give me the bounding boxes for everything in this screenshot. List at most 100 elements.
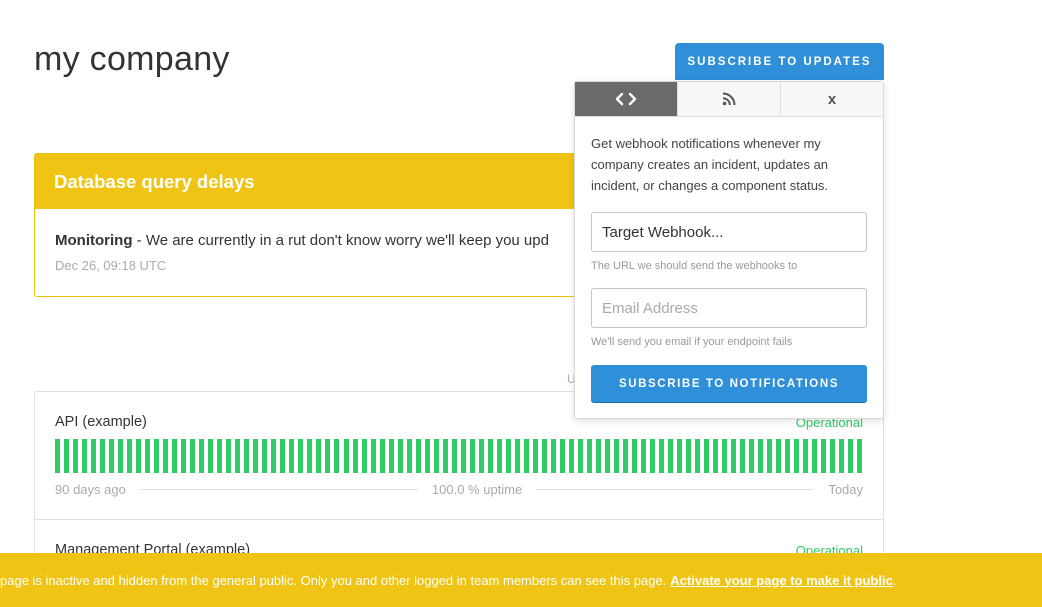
uptime-day-bar[interactable] <box>559 439 565 473</box>
uptime-day-bar[interactable] <box>740 439 746 473</box>
uptime-day-bar[interactable] <box>181 439 187 473</box>
tab-webhook[interactable] <box>575 82 678 116</box>
uptime-day-bar[interactable] <box>127 439 133 473</box>
webhook-url-input[interactable] <box>591 212 867 252</box>
uptime-day-bar[interactable] <box>686 439 692 473</box>
uptime-day-bar[interactable] <box>478 439 484 473</box>
incident-update-status: Monitoring <box>55 232 133 249</box>
uptime-day-bar[interactable] <box>857 439 863 473</box>
uptime-day-bar[interactable] <box>361 439 367 473</box>
uptime-day-bar[interactable] <box>118 439 124 473</box>
uptime-day-bar[interactable] <box>550 439 556 473</box>
uptime-day-bar[interactable] <box>713 439 719 473</box>
uptime-day-bar[interactable] <box>469 439 475 473</box>
uptime-day-bar[interactable] <box>695 439 701 473</box>
uptime-day-bar[interactable] <box>577 439 583 473</box>
uptime-day-bar[interactable] <box>595 439 601 473</box>
uptime-day-bar[interactable] <box>190 439 196 473</box>
uptime-day-bar[interactable] <box>749 439 755 473</box>
uptime-day-bar[interactable] <box>514 439 520 473</box>
uptime-day-bar[interactable] <box>487 439 493 473</box>
uptime-day-bar[interactable] <box>73 439 79 473</box>
uptime-day-bar[interactable] <box>64 439 70 473</box>
uptime-day-bar[interactable] <box>821 439 827 473</box>
uptime-day-bar[interactable] <box>145 439 151 473</box>
uptime-day-bar[interactable] <box>604 439 610 473</box>
uptime-day-bar[interactable] <box>641 439 647 473</box>
uptime-day-bar[interactable] <box>109 439 115 473</box>
uptime-day-bar[interactable] <box>370 439 376 473</box>
uptime-day-bar[interactable] <box>704 439 710 473</box>
uptime-day-bar[interactable] <box>289 439 295 473</box>
uptime-day-bar[interactable] <box>812 439 818 473</box>
uptime-day-bar[interactable] <box>532 439 538 473</box>
uptime-day-bar[interactable] <box>217 439 223 473</box>
uptime-day-bar[interactable] <box>460 439 466 473</box>
uptime-day-bar[interactable] <box>776 439 782 473</box>
uptime-day-bar[interactable] <box>334 439 340 473</box>
uptime-day-bar[interactable] <box>650 439 656 473</box>
uptime-day-bar[interactable] <box>767 439 773 473</box>
uptime-day-bar[interactable] <box>433 439 439 473</box>
uptime-day-bar[interactable] <box>343 439 349 473</box>
uptime-day-bar[interactable] <box>803 439 809 473</box>
uptime-day-bar[interactable] <box>100 439 106 473</box>
uptime-day-bar[interactable] <box>244 439 250 473</box>
subscribe-to-updates-button[interactable]: SUBSCRIBE TO UPDATES <box>675 43 884 80</box>
uptime-day-bar[interactable] <box>307 439 313 473</box>
uptime-day-bar[interactable] <box>253 439 259 473</box>
uptime-day-bar[interactable] <box>677 439 683 473</box>
uptime-day-bar[interactable] <box>406 439 412 473</box>
uptime-day-bar[interactable] <box>785 439 791 473</box>
uptime-day-bar[interactable] <box>442 439 448 473</box>
uptime-day-bar[interactable] <box>613 439 619 473</box>
uptime-day-bar[interactable] <box>541 439 547 473</box>
uptime-day-bar[interactable] <box>397 439 403 473</box>
uptime-day-bar[interactable] <box>424 439 430 473</box>
uptime-day-bar[interactable] <box>298 439 304 473</box>
uptime-day-bar[interactable] <box>325 439 331 473</box>
uptime-day-bar[interactable] <box>568 439 574 473</box>
uptime-day-bar[interactable] <box>451 439 457 473</box>
uptime-day-bar[interactable] <box>659 439 665 473</box>
uptime-day-bar[interactable] <box>199 439 205 473</box>
uptime-day-bar[interactable] <box>388 439 394 473</box>
uptime-day-bar[interactable] <box>731 439 737 473</box>
activate-page-link[interactable]: Activate your page to make it public <box>670 573 893 588</box>
uptime-day-bar[interactable] <box>758 439 764 473</box>
uptime-day-bar[interactable] <box>794 439 800 473</box>
uptime-day-bar[interactable] <box>586 439 592 473</box>
uptime-day-bar[interactable] <box>622 439 628 473</box>
close-icon[interactable]: x <box>828 91 836 108</box>
uptime-day-bar[interactable] <box>415 439 421 473</box>
uptime-day-bar[interactable] <box>226 439 232 473</box>
uptime-day-bar[interactable] <box>848 439 854 473</box>
uptime-day-bar[interactable] <box>82 439 88 473</box>
uptime-day-bar[interactable] <box>154 439 160 473</box>
uptime-day-bar[interactable] <box>280 439 286 473</box>
uptime-day-bar[interactable] <box>91 439 97 473</box>
uptime-day-bar[interactable] <box>505 439 511 473</box>
uptime-day-bar[interactable] <box>722 439 728 473</box>
uptime-day-bar[interactable] <box>352 439 358 473</box>
uptime-day-bar[interactable] <box>839 439 845 473</box>
uptime-day-bar[interactable] <box>163 439 169 473</box>
tab-close[interactable]: x <box>781 82 883 116</box>
uptime-day-bar[interactable] <box>136 439 142 473</box>
uptime-day-bar[interactable] <box>668 439 674 473</box>
uptime-day-bar[interactable] <box>235 439 241 473</box>
uptime-day-bar[interactable] <box>496 439 502 473</box>
email-field[interactable] <box>591 288 867 328</box>
subscribe-to-notifications-button[interactable]: SUBSCRIBE TO NOTIFICATIONS <box>591 365 867 402</box>
uptime-day-bar[interactable] <box>632 439 637 473</box>
uptime-day-bar[interactable] <box>262 439 268 473</box>
uptime-day-bar[interactable] <box>316 439 322 473</box>
uptime-day-bar[interactable] <box>379 439 385 473</box>
uptime-day-bar[interactable] <box>55 439 60 473</box>
uptime-day-bar[interactable] <box>523 439 529 473</box>
tab-rss[interactable] <box>678 82 781 116</box>
uptime-day-bar[interactable] <box>208 439 214 473</box>
uptime-day-bar[interactable] <box>830 439 836 473</box>
uptime-day-bar[interactable] <box>271 439 277 473</box>
uptime-day-bar[interactable] <box>172 439 178 473</box>
